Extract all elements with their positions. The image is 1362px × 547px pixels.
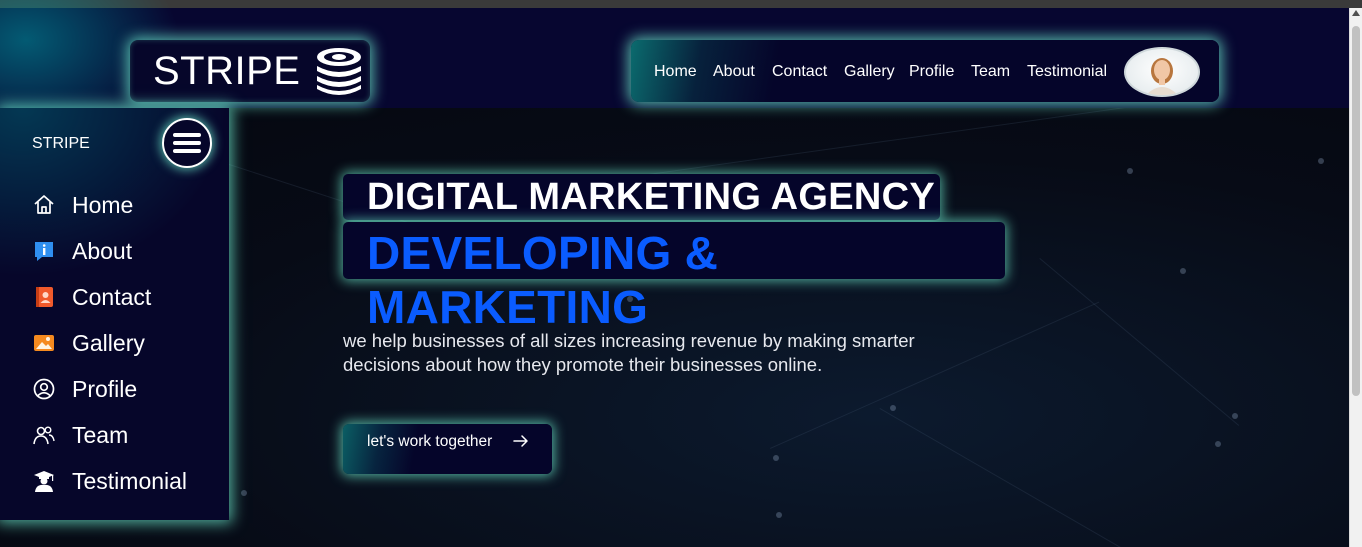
sidebar-item-label: Profile [72,375,138,402]
network-line [620,108,1136,179]
hamburger-icon [173,133,201,153]
scrollbar-thumb[interactable] [1352,26,1360,396]
sidebar-item-label: Team [72,421,129,448]
topnav-item-testimonial[interactable]: Testimonial [1027,63,1107,81]
topnav-item-home[interactable]: Home [654,63,697,81]
network-dot [1215,441,1221,447]
sidebar-item-home[interactable]: Home [32,190,133,220]
graduate-icon [32,469,56,493]
cta-button[interactable]: let's work together [343,424,552,474]
hero-title-panel: DIGITAL MARKETING AGENCY [343,174,940,220]
hero-description: we help businesses of all sizes increasi… [343,330,915,375]
network-dot [241,490,247,496]
network-dot [1180,268,1186,274]
topnav-item-gallery[interactable]: Gallery [844,63,895,81]
sidebar-item-label: Home [72,191,134,218]
sidebar-item-label: Contact [72,283,152,310]
scrollbar[interactable] [1349,8,1362,547]
sidebar-item-label: Gallery [72,329,145,356]
sidebar-item-gallery[interactable]: Gallery [32,328,145,358]
network-line [879,408,1140,547]
sidebar-item-testimonial[interactable]: Testimonial [32,466,187,496]
topnav-item-profile[interactable]: Profile [909,63,954,81]
sidebar-item-contact[interactable]: Contact [32,282,151,312]
network-dot [773,455,779,461]
topnav-item-about[interactable]: About [713,63,755,81]
avatar[interactable] [1124,47,1200,97]
network-dot [890,405,896,411]
network-dot [1127,168,1133,174]
user-circle-icon [32,377,56,401]
info-icon [32,239,56,263]
team-icon [32,423,56,447]
top-navigation: Home About Contact Gallery Profile Team … [631,40,1219,102]
logo-text: STRIPE [153,48,301,93]
network-dot [1232,413,1238,419]
network-line [1039,258,1240,426]
sidebar-item-about[interactable]: About [32,236,132,266]
sidebar-item-team[interactable]: Team [32,420,128,450]
contact-book-icon [32,285,56,309]
topnav-item-team[interactable]: Team [971,63,1010,81]
hamburger-menu-button[interactable] [162,118,212,168]
home-icon [32,193,56,217]
scroll-up-arrow-icon[interactable] [1352,10,1360,16]
sidebar-item-label: Testimonial [72,467,188,494]
sidebar-item-profile[interactable]: Profile [32,374,137,404]
topnav-item-contact[interactable]: Contact [772,63,827,81]
network-dot [776,512,782,518]
gallery-icon [32,331,56,355]
hero-title: DIGITAL MARKETING AGENCY [367,176,936,218]
sidebar-item-label: About [72,237,133,264]
coins-stack-icon [314,44,364,101]
sidebar: STRIPE Home About Contact Gallery Profil… [0,108,229,520]
logo[interactable]: STRIPE [130,40,370,102]
arrow-right-icon [513,434,529,453]
sidebar-brand: STRIPE [32,135,90,152]
hero-subtitle: DEVELOPING & MARKETING [367,227,719,333]
cta-label: let's work together [367,433,493,450]
hero-subtitle-panel: DEVELOPING & MARKETING [343,222,1005,333]
network-dot [1318,158,1324,164]
browser-top-bar [0,0,1362,8]
